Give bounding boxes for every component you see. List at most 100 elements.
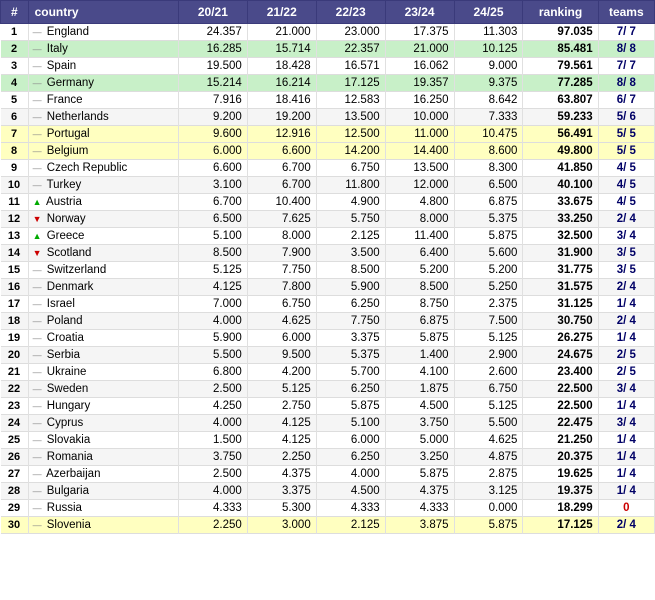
cell-2021: 6.500 [178, 211, 247, 228]
cell-ranking: 24.675 [523, 347, 598, 364]
cell-2122: 6.000 [247, 330, 316, 347]
cell-2223: 4.500 [316, 483, 385, 500]
country-name: France [47, 94, 83, 106]
cell-country: — Ukraine [28, 364, 178, 381]
cell-2223: 4.000 [316, 466, 385, 483]
cell-ranking: 63.807 [523, 92, 598, 109]
cell-country: — Germany [28, 75, 178, 92]
country-name: Czech Republic [47, 162, 128, 174]
cell-rank: 8 [1, 143, 29, 160]
cell-2021: 19.500 [178, 58, 247, 75]
cell-2223: 3.375 [316, 330, 385, 347]
cell-rank: 21 [1, 364, 29, 381]
cell-2223: 4.333 [316, 500, 385, 517]
cell-2122: 6.750 [247, 296, 316, 313]
cell-2122: 21.000 [247, 24, 316, 41]
cell-2122: 18.428 [247, 58, 316, 75]
cell-2324: 4.375 [385, 483, 454, 500]
cell-2021: 9.600 [178, 126, 247, 143]
cell-teams: 1/ 4 [598, 330, 654, 347]
cell-2324: 21.000 [385, 41, 454, 58]
cell-2122: 7.900 [247, 245, 316, 262]
cell-teams: 2/ 4 [598, 313, 654, 330]
cell-2223: 11.800 [316, 177, 385, 194]
cell-country: — France [28, 92, 178, 109]
table-row: 12 ▼ Norway 6.500 7.625 5.750 8.000 5.37… [1, 211, 655, 228]
cell-2425: 10.475 [454, 126, 523, 143]
cell-2324: 6.875 [385, 313, 454, 330]
cell-2122: 6.700 [247, 160, 316, 177]
trend-icon: — [33, 163, 42, 173]
cell-2021: 8.500 [178, 245, 247, 262]
trend-icon: — [33, 180, 42, 190]
country-name: Israel [47, 298, 75, 310]
cell-rank: 24 [1, 415, 29, 432]
cell-2324: 3.250 [385, 449, 454, 466]
cell-2122: 5.300 [247, 500, 316, 517]
cell-2223: 12.500 [316, 126, 385, 143]
cell-2324: 4.333 [385, 500, 454, 517]
cell-2021: 4.000 [178, 415, 247, 432]
table-row: 25 — Slovakia 1.500 4.125 6.000 5.000 4.… [1, 432, 655, 449]
cell-2425: 6.875 [454, 194, 523, 211]
country-name: Norway [47, 213, 86, 225]
cell-2223: 5.100 [316, 415, 385, 432]
cell-2021: 4.000 [178, 313, 247, 330]
cell-ranking: 97.035 [523, 24, 598, 41]
cell-2324: 11.400 [385, 228, 454, 245]
cell-2122: 15.714 [247, 41, 316, 58]
cell-2223: 14.200 [316, 143, 385, 160]
cell-ranking: 49.800 [523, 143, 598, 160]
trend-icon: — [33, 418, 42, 428]
cell-2425: 4.625 [454, 432, 523, 449]
table-row: 17 — Israel 7.000 6.750 6.250 8.750 2.37… [1, 296, 655, 313]
cell-2223: 4.900 [316, 194, 385, 211]
cell-ranking: 20.375 [523, 449, 598, 466]
cell-2021: 7.000 [178, 296, 247, 313]
cell-2223: 3.500 [316, 245, 385, 262]
country-name: Greece [47, 230, 85, 242]
cell-teams: 1/ 4 [598, 466, 654, 483]
table-row: 7 — Portugal 9.600 12.916 12.500 11.000 … [1, 126, 655, 143]
cell-2425: 5.375 [454, 211, 523, 228]
cell-rank: 19 [1, 330, 29, 347]
trend-icon: — [33, 350, 42, 360]
cell-country: — Israel [28, 296, 178, 313]
cell-2021: 5.125 [178, 262, 247, 279]
cell-ranking: 56.491 [523, 126, 598, 143]
cell-2122: 4.375 [247, 466, 316, 483]
table-row: 18 — Poland 4.000 4.625 7.750 6.875 7.50… [1, 313, 655, 330]
cell-2324: 3.750 [385, 415, 454, 432]
header-2122: 21/22 [247, 1, 316, 24]
cell-2324: 4.800 [385, 194, 454, 211]
cell-2122: 8.000 [247, 228, 316, 245]
cell-teams: 2/ 4 [598, 279, 654, 296]
header-rank: # [1, 1, 29, 24]
cell-ranking: 41.850 [523, 160, 598, 177]
country-name: Germany [47, 77, 94, 89]
table-row: 29 — Russia 4.333 5.300 4.333 4.333 0.00… [1, 500, 655, 517]
table-header: # country 20/21 21/22 22/23 23/24 24/25 … [1, 1, 655, 24]
cell-rank: 20 [1, 347, 29, 364]
cell-teams: 2/ 5 [598, 347, 654, 364]
table-row: 4 — Germany 15.214 16.214 17.125 19.357 … [1, 75, 655, 92]
cell-2425: 9.375 [454, 75, 523, 92]
cell-country: ▲ Greece [28, 228, 178, 245]
cell-rank: 12 [1, 211, 29, 228]
table-row: 22 — Sweden 2.500 5.125 6.250 1.875 6.75… [1, 381, 655, 398]
country-name: Belgium [47, 145, 89, 157]
country-name: Slovakia [47, 434, 90, 446]
cell-ranking: 40.100 [523, 177, 598, 194]
trend-icon: — [33, 367, 42, 377]
cell-2425: 5.875 [454, 517, 523, 534]
trend-icon: ▼ [33, 214, 42, 224]
cell-2223: 5.900 [316, 279, 385, 296]
table-row: 3 — Spain 19.500 18.428 16.571 16.062 9.… [1, 58, 655, 75]
country-name: Russia [47, 502, 82, 514]
cell-rank: 10 [1, 177, 29, 194]
cell-2021: 4.250 [178, 398, 247, 415]
cell-2021: 24.357 [178, 24, 247, 41]
cell-2425: 7.500 [454, 313, 523, 330]
trend-icon: — [33, 316, 42, 326]
cell-country: — Slovenia [28, 517, 178, 534]
